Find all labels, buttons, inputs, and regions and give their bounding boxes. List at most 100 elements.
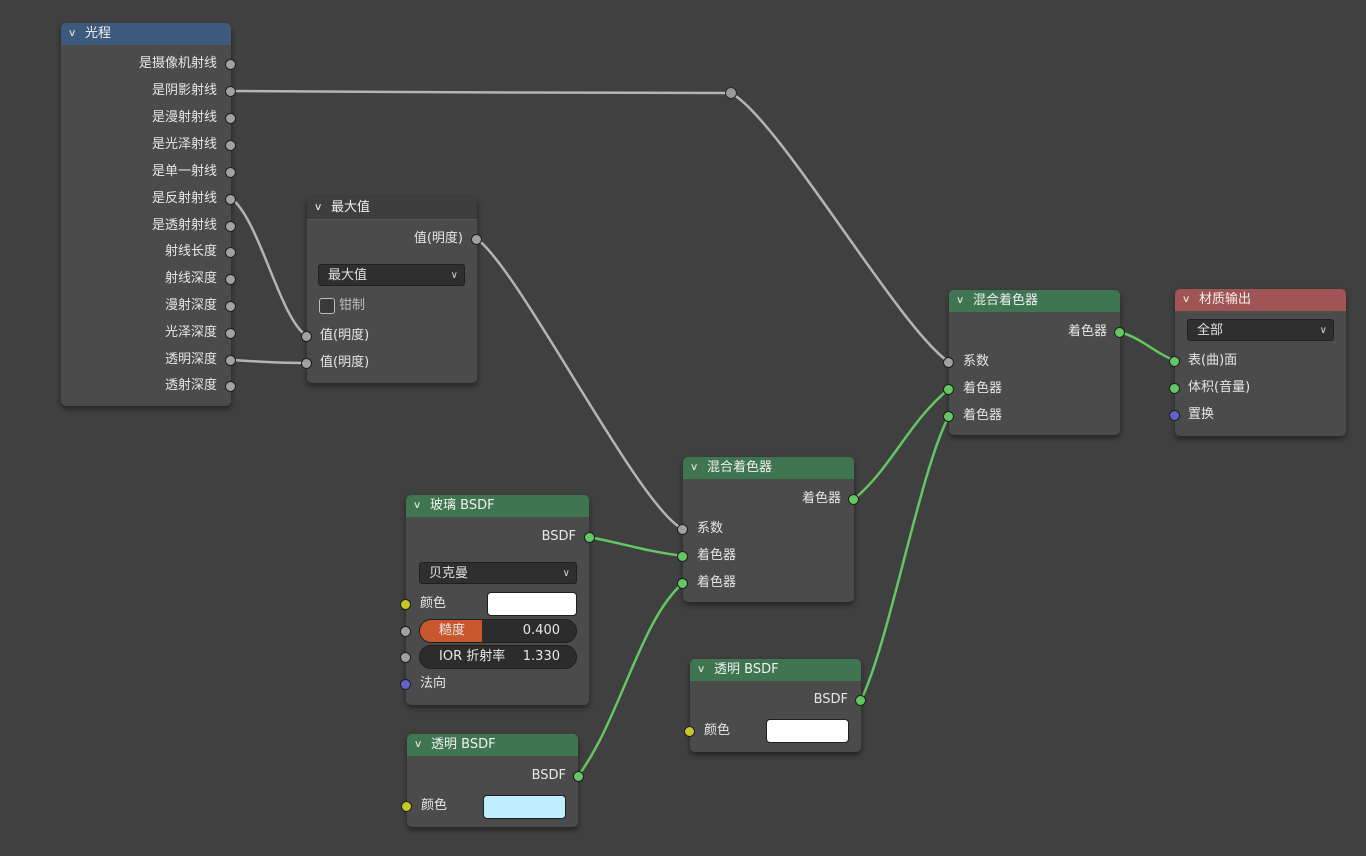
socket-output-bsdf[interactable] <box>584 532 595 543</box>
socket-output-bsdf[interactable] <box>573 771 584 782</box>
socket-input-color[interactable] <box>401 801 412 812</box>
socket-output-shader[interactable] <box>1114 327 1125 338</box>
input-displacement: 置换 <box>1188 407 1215 422</box>
color-swatch[interactable] <box>766 719 849 743</box>
roughness-label: 糙度 <box>439 623 466 638</box>
collapse-chevron-icon[interactable]: ∨ <box>414 734 428 756</box>
collapse-chevron-icon[interactable]: ∨ <box>413 495 427 517</box>
socket-input-value-b[interactable] <box>301 358 312 369</box>
color-label: 颜色 <box>421 798 448 813</box>
socket-transmission-depth[interactable] <box>225 381 236 392</box>
distribution-dropdown[interactable]: 贝克曼 ∨ <box>419 562 577 584</box>
node-title: 透明 BSDF <box>714 662 779 677</box>
socket-glossy-depth[interactable] <box>225 328 236 339</box>
target-dropdown[interactable]: 全部 ∨ <box>1187 319 1334 341</box>
socket-output-value[interactable] <box>471 234 482 245</box>
input-value-a: 值(明度) <box>320 328 370 343</box>
node-header[interactable]: ∨ 透明 BSDF <box>690 659 861 681</box>
roughness-value: 0.400 <box>522 623 560 638</box>
color-swatch[interactable] <box>487 592 577 616</box>
link-transparent2-to-mix2-shader <box>859 414 951 702</box>
operation-dropdown[interactable]: 最大值 ∨ <box>318 264 465 286</box>
node-transparent-bsdf-1[interactable]: ∨ 透明 BSDF BSDF 颜色 <box>401 734 584 827</box>
socket-input-color[interactable] <box>400 599 411 610</box>
node-light-path[interactable]: ∨ 光程 是摄像机射线 是阴影射线 是漫射射线 是光泽射线 是单一射线 是反射射… <box>61 23 236 406</box>
socket-input-shader-a[interactable] <box>677 551 688 562</box>
node-header[interactable]: ∨ 材质输出 <box>1175 289 1346 311</box>
collapse-chevron-icon[interactable]: ∨ <box>697 659 711 681</box>
node-title: 材质输出 <box>1199 292 1252 307</box>
output-is-glossy-ray: 是光泽射线 <box>151 137 217 152</box>
node-header[interactable]: ∨ 玻璃 BSDF <box>406 495 589 517</box>
collapse-chevron-icon[interactable]: ∨ <box>956 290 970 312</box>
socket-input-shader-a[interactable] <box>943 384 954 395</box>
input-shader-a: 着色器 <box>963 381 1003 396</box>
collapse-chevron-icon[interactable]: ∨ <box>1182 289 1196 311</box>
socket-is-singular-ray[interactable] <box>225 167 236 178</box>
socket-output-shader[interactable] <box>848 494 859 505</box>
output-is-singular-ray: 是单一射线 <box>151 164 217 179</box>
socket-is-transmission-ray[interactable] <box>225 221 236 232</box>
socket-output-bsdf[interactable] <box>855 695 866 706</box>
node-header[interactable]: ∨ 光程 <box>61 23 231 45</box>
output-bsdf: BSDF <box>541 529 576 544</box>
socket-is-shadow-ray[interactable] <box>225 86 236 97</box>
ior-field[interactable]: IOR 折射率 1.330 <box>419 645 577 669</box>
socket-ray-depth[interactable] <box>225 274 236 285</box>
collapse-chevron-icon[interactable]: ∨ <box>690 457 704 479</box>
color-label: 颜色 <box>704 723 731 738</box>
node-header[interactable]: ∨ 透明 BSDF <box>407 734 578 756</box>
socket-input-fac[interactable] <box>943 357 954 368</box>
color-swatch[interactable] <box>483 795 566 819</box>
socket-input-surface[interactable] <box>1169 356 1180 367</box>
output-ray-length: 射线长度 <box>164 244 217 259</box>
output-bsdf: BSDF <box>813 692 848 707</box>
socket-ray-length[interactable] <box>225 247 236 258</box>
clamp-checkbox[interactable] <box>319 298 335 314</box>
chevron-down-icon: ∨ <box>1319 325 1327 336</box>
node-transparent-bsdf-2[interactable]: ∨ 透明 BSDF BSDF 颜色 <box>684 659 866 752</box>
socket-diffuse-depth[interactable] <box>225 301 236 312</box>
node-glass-bsdf[interactable]: ∨ 玻璃 BSDF BSDF 贝克曼 ∨ 颜色 糙度 0.400 IOR 折射率… <box>400 495 595 705</box>
socket-input-roughness[interactable] <box>400 626 411 637</box>
link-shadow-ray-to-reroute <box>229 89 733 95</box>
socket-input-ior[interactable] <box>400 652 411 663</box>
collapse-chevron-icon[interactable]: ∨ <box>314 197 328 219</box>
socket-input-color[interactable] <box>684 726 695 737</box>
input-volume: 体积(音量) <box>1188 380 1251 395</box>
link-glass-to-mix1-shader <box>587 535 685 558</box>
socket-is-reflection-ray[interactable] <box>225 194 236 205</box>
output-shader: 着色器 <box>801 491 841 506</box>
normal-label: 法向 <box>420 676 447 691</box>
socket-input-shader-b[interactable] <box>677 578 688 589</box>
node-material-output[interactable]: ∨ 材质输出 全部 ∨ 表(曲)面 体积(音量) 置换 <box>1169 289 1346 436</box>
collapse-chevron-icon[interactable]: ∨ <box>68 23 82 45</box>
node-maximum[interactable]: ∨ 最大值 值(明度) 最大值 ∨ 钳制 值(明度) 值(明度) <box>301 197 482 383</box>
output-is-shadow-ray: 是阴影射线 <box>151 83 217 98</box>
node-header[interactable]: ∨ 混合着色器 <box>949 290 1120 312</box>
socket-input-normal[interactable] <box>400 679 411 690</box>
socket-input-displacement[interactable] <box>1169 410 1180 421</box>
socket-input-shader-b[interactable] <box>943 411 954 422</box>
chevron-down-icon: ∨ <box>562 568 570 579</box>
reroute-node[interactable] <box>725 87 737 99</box>
node-mix-shader-2[interactable]: ∨ 混合着色器 着色器 系数 着色器 着色器 <box>943 290 1125 435</box>
socket-is-diffuse-ray[interactable] <box>225 113 236 124</box>
socket-is-glossy-ray[interactable] <box>225 140 236 151</box>
clamp-label: 钳制 <box>339 298 366 313</box>
input-shader-a: 着色器 <box>697 548 737 563</box>
socket-transparent-depth[interactable] <box>225 355 236 366</box>
socket-input-volume[interactable] <box>1169 383 1180 394</box>
output-is-reflection-ray: 是反射射线 <box>151 191 217 206</box>
socket-input-fac[interactable] <box>677 524 688 535</box>
output-transparent-depth: 透明深度 <box>164 352 217 367</box>
node-header[interactable]: ∨ 混合着色器 <box>683 457 854 479</box>
output-transmission-depth: 透射深度 <box>164 378 217 393</box>
node-mix-shader-1[interactable]: ∨ 混合着色器 着色器 系数 着色器 着色器 <box>677 457 859 602</box>
socket-is-camera-ray[interactable] <box>225 59 236 70</box>
input-shader-b: 着色器 <box>697 575 737 590</box>
node-title: 混合着色器 <box>707 460 773 475</box>
node-header[interactable]: ∨ 最大值 <box>307 197 477 220</box>
roughness-slider[interactable]: 糙度 0.400 <box>419 619 577 643</box>
socket-input-value-a[interactable] <box>301 331 312 342</box>
